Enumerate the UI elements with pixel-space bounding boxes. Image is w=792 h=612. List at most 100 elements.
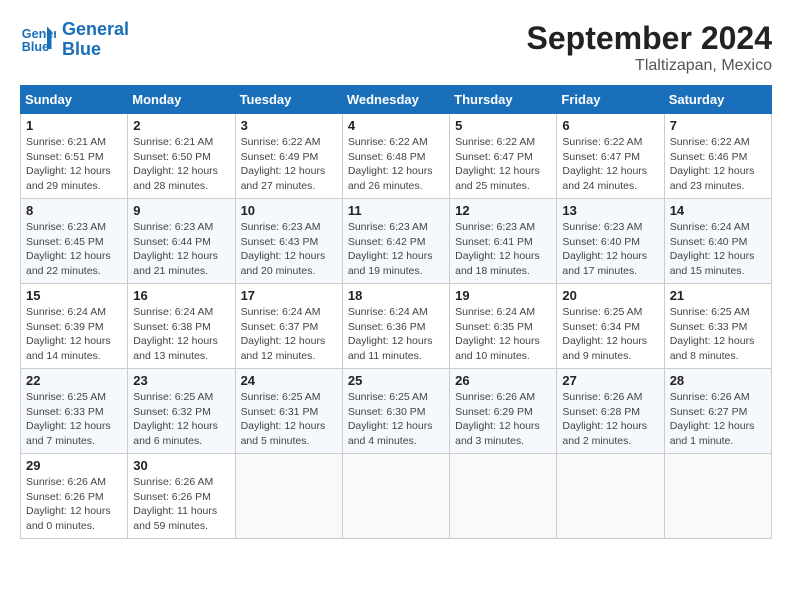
table-row: 6 Sunrise: 6:22 AMSunset: 6:47 PMDaylight… bbox=[557, 114, 664, 199]
day-number: 26 bbox=[455, 373, 551, 388]
table-row: 4 Sunrise: 6:22 AMSunset: 6:48 PMDaylight… bbox=[342, 114, 449, 199]
table-row: 9 Sunrise: 6:23 AMSunset: 6:44 PMDaylight… bbox=[128, 199, 235, 284]
day-info: Sunrise: 6:26 AMSunset: 6:29 PMDaylight:… bbox=[455, 391, 540, 447]
col-saturday: Saturday bbox=[664, 86, 771, 114]
table-row: 18 Sunrise: 6:24 AMSunset: 6:36 PMDayligh… bbox=[342, 284, 449, 369]
table-row: 13Sunrise: 6:23 AMSunset: 6:40 PMDayligh… bbox=[557, 199, 664, 284]
day-number: 25 bbox=[348, 373, 444, 388]
day-number: 6 bbox=[562, 118, 658, 133]
table-row: 15 Sunrise: 6:24 AMSunset: 6:39 PMDayligh… bbox=[21, 284, 128, 369]
day-number: 10 bbox=[241, 203, 337, 218]
day-number: 22 bbox=[26, 373, 122, 388]
logo-line1: General bbox=[62, 20, 129, 40]
location-subtitle: Tlaltizapan, Mexico bbox=[527, 57, 772, 75]
day-number: 1 bbox=[26, 118, 122, 133]
col-sunday: Sunday bbox=[21, 86, 128, 114]
table-row: 25 Sunrise: 6:25 AMSunset: 6:30 PMDayligh… bbox=[342, 369, 449, 454]
day-number: 18 bbox=[348, 288, 444, 303]
day-info: Sunrise: 6:24 AMSunset: 6:36 PMDaylight:… bbox=[348, 306, 433, 362]
day-info: Sunrise: 6:25 AMSunset: 6:32 PMDaylight:… bbox=[133, 391, 218, 447]
day-info: Sunrise: 6:24 AMSunset: 6:38 PMDaylight:… bbox=[133, 306, 218, 362]
day-info: Sunrise: 6:26 AMSunset: 6:28 PMDaylight:… bbox=[562, 391, 647, 447]
day-info: Sunrise: 6:23 AMSunset: 6:42 PMDaylight:… bbox=[348, 221, 433, 277]
day-number: 8 bbox=[26, 203, 122, 218]
day-info: Sunrise: 6:22 AMSunset: 6:47 PMDaylight:… bbox=[562, 136, 647, 192]
day-info: Sunrise: 6:24 AMSunset: 6:35 PMDaylight:… bbox=[455, 306, 540, 362]
day-info: Sunrise: 6:26 AMSunset: 6:26 PMDaylight:… bbox=[26, 476, 111, 532]
table-row: 17Sunrise: 6:24 AMSunset: 6:37 PMDayligh… bbox=[235, 284, 342, 369]
day-number: 14 bbox=[670, 203, 766, 218]
page-header: General Blue General Blue September 2024… bbox=[20, 20, 772, 75]
table-row: 2Sunrise: 6:21 AMSunset: 6:50 PMDaylight… bbox=[128, 114, 235, 199]
col-thursday: Thursday bbox=[450, 86, 557, 114]
logo: General Blue General Blue bbox=[20, 20, 129, 60]
logo-icon: General Blue bbox=[20, 22, 56, 58]
day-info: Sunrise: 6:23 AMSunset: 6:43 PMDaylight:… bbox=[241, 221, 326, 277]
day-info: Sunrise: 6:25 AMSunset: 6:33 PMDaylight:… bbox=[26, 391, 111, 447]
day-info: Sunrise: 6:23 AMSunset: 6:45 PMDaylight:… bbox=[26, 221, 111, 277]
table-row bbox=[557, 454, 664, 539]
table-row: 7Sunrise: 6:22 AMSunset: 6:46 PMDaylight… bbox=[664, 114, 771, 199]
table-row: 8 Sunrise: 6:23 AMSunset: 6:45 PMDaylight… bbox=[21, 199, 128, 284]
day-info: Sunrise: 6:25 AMSunset: 6:31 PMDaylight:… bbox=[241, 391, 326, 447]
title-area: September 2024 Tlaltizapan, Mexico bbox=[527, 20, 772, 75]
day-info: Sunrise: 6:25 AMSunset: 6:33 PMDaylight:… bbox=[670, 306, 755, 362]
day-info: Sunrise: 6:22 AMSunset: 6:47 PMDaylight:… bbox=[455, 136, 540, 192]
table-row: 19 Sunrise: 6:24 AMSunset: 6:35 PMDayligh… bbox=[450, 284, 557, 369]
table-row: 23 Sunrise: 6:25 AMSunset: 6:32 PMDayligh… bbox=[128, 369, 235, 454]
table-row bbox=[342, 454, 449, 539]
svg-text:Blue: Blue bbox=[22, 40, 49, 54]
table-row: 28Sunrise: 6:26 AMSunset: 6:27 PMDayligh… bbox=[664, 369, 771, 454]
table-row: 24 Sunrise: 6:25 AMSunset: 6:31 PMDayligh… bbox=[235, 369, 342, 454]
table-row: 3 Sunrise: 6:22 AMSunset: 6:49 PMDaylight… bbox=[235, 114, 342, 199]
day-number: 4 bbox=[348, 118, 444, 133]
col-tuesday: Tuesday bbox=[235, 86, 342, 114]
day-number: 5 bbox=[455, 118, 551, 133]
day-info: Sunrise: 6:23 AMSunset: 6:41 PMDaylight:… bbox=[455, 221, 540, 277]
day-info: Sunrise: 6:24 AMSunset: 6:40 PMDaylight:… bbox=[670, 221, 755, 277]
day-number: 27 bbox=[562, 373, 658, 388]
day-number: 17 bbox=[241, 288, 337, 303]
calendar-header-row: Sunday Monday Tuesday Wednesday Thursday… bbox=[21, 86, 772, 114]
day-info: Sunrise: 6:24 AMSunset: 6:39 PMDaylight:… bbox=[26, 306, 111, 362]
day-info: Sunrise: 6:22 AMSunset: 6:49 PMDaylight:… bbox=[241, 136, 326, 192]
day-number: 19 bbox=[455, 288, 551, 303]
day-number: 3 bbox=[241, 118, 337, 133]
day-info: Sunrise: 6:26 AMSunset: 6:26 PMDaylight:… bbox=[133, 476, 217, 532]
table-row bbox=[235, 454, 342, 539]
table-row: 26 Sunrise: 6:26 AMSunset: 6:29 PMDayligh… bbox=[450, 369, 557, 454]
day-number: 7 bbox=[670, 118, 766, 133]
table-row: 29Sunrise: 6:26 AMSunset: 6:26 PMDayligh… bbox=[21, 454, 128, 539]
day-number: 30 bbox=[133, 458, 229, 473]
table-row: 12 Sunrise: 6:23 AMSunset: 6:41 PMDayligh… bbox=[450, 199, 557, 284]
col-monday: Monday bbox=[128, 86, 235, 114]
day-number: 11 bbox=[348, 203, 444, 218]
day-number: 12 bbox=[455, 203, 551, 218]
col-wednesday: Wednesday bbox=[342, 86, 449, 114]
table-row: 5 Sunrise: 6:22 AMSunset: 6:47 PMDaylight… bbox=[450, 114, 557, 199]
table-row: 30 Sunrise: 6:26 AMSunset: 6:26 PMDayligh… bbox=[128, 454, 235, 539]
day-info: Sunrise: 6:21 AMSunset: 6:51 PMDaylight:… bbox=[26, 136, 111, 192]
day-info: Sunrise: 6:23 AMSunset: 6:44 PMDaylight:… bbox=[133, 221, 218, 277]
table-row bbox=[664, 454, 771, 539]
day-info: Sunrise: 6:22 AMSunset: 6:48 PMDaylight:… bbox=[348, 136, 433, 192]
day-number: 28 bbox=[670, 373, 766, 388]
table-row: 10 Sunrise: 6:23 AMSunset: 6:43 PMDayligh… bbox=[235, 199, 342, 284]
day-info: Sunrise: 6:25 AMSunset: 6:34 PMDaylight:… bbox=[562, 306, 647, 362]
day-number: 21 bbox=[670, 288, 766, 303]
table-row: 14 Sunrise: 6:24 AMSunset: 6:40 PMDayligh… bbox=[664, 199, 771, 284]
day-info: Sunrise: 6:25 AMSunset: 6:30 PMDaylight:… bbox=[348, 391, 433, 447]
table-row: 27 Sunrise: 6:26 AMSunset: 6:28 PMDayligh… bbox=[557, 369, 664, 454]
table-row bbox=[450, 454, 557, 539]
day-number: 15 bbox=[26, 288, 122, 303]
col-friday: Friday bbox=[557, 86, 664, 114]
day-number: 16 bbox=[133, 288, 229, 303]
table-row: 21 Sunrise: 6:25 AMSunset: 6:33 PMDayligh… bbox=[664, 284, 771, 369]
table-row: 16 Sunrise: 6:24 AMSunset: 6:38 PMDayligh… bbox=[128, 284, 235, 369]
day-number: 2 bbox=[133, 118, 229, 133]
day-number: 13 bbox=[562, 203, 658, 218]
day-number: 23 bbox=[133, 373, 229, 388]
table-row: 22 Sunrise: 6:25 AMSunset: 6:33 PMDayligh… bbox=[21, 369, 128, 454]
day-number: 9 bbox=[133, 203, 229, 218]
day-number: 24 bbox=[241, 373, 337, 388]
